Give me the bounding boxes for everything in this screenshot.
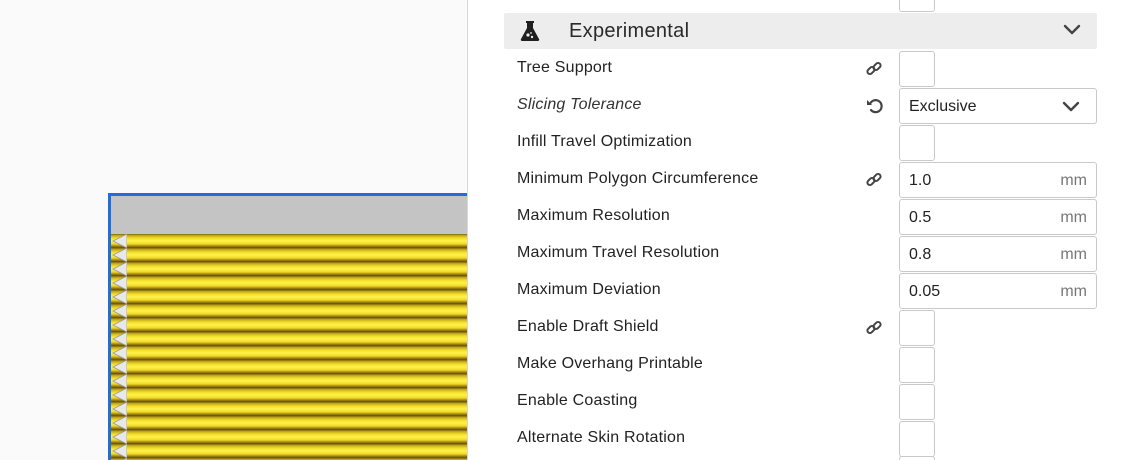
setting-row: Make Overhang Printable <box>504 346 1097 383</box>
setting-row: Enable Coasting <box>504 383 1097 420</box>
field-value: 0.05 <box>909 283 941 300</box>
dropdown-value: Exclusive <box>909 98 977 115</box>
field-unit: mm <box>1060 283 1087 300</box>
setting-row: Maximum Travel Resolution 0.8 mm <box>504 235 1097 272</box>
model-layers <box>111 234 468 460</box>
setting-row: Maximum Resolution 0.5 mm <box>504 198 1097 235</box>
setting-label: Enable Coasting <box>517 392 638 409</box>
setting-row: Infill Travel Optimization <box>504 124 1097 161</box>
setting-row: Tree Support <box>504 50 1097 87</box>
setting-label: Maximum Resolution <box>517 207 670 224</box>
setting-row: Alternate Skin Rotation <box>504 420 1097 457</box>
setting-row: Enable Draft Shield <box>504 309 1097 346</box>
previous-setting-checkbox[interactable] <box>899 0 935 12</box>
setting-text-field[interactable]: 0.5 mm <box>899 199 1097 235</box>
section-title: Experimental <box>569 20 690 42</box>
setting-label: Alternate Skin Rotation <box>517 429 686 446</box>
setting-label: Minimum Polygon Circumference <box>517 170 759 187</box>
link-icon[interactable] <box>865 319 883 337</box>
model-layer-edges <box>112 234 127 460</box>
chevron-down-icon <box>1062 100 1080 114</box>
setting-text-field[interactable]: 0.05 mm <box>899 273 1097 309</box>
setting-text-field[interactable]: 0.8 mm <box>899 236 1097 272</box>
setting-label: Make Overhang Printable <box>517 355 704 372</box>
setting-checkbox[interactable] <box>899 384 935 420</box>
setting-text-field[interactable]: 1.0 mm <box>899 162 1097 198</box>
setting-checkbox[interactable] <box>899 51 935 87</box>
chevron-down-icon[interactable] <box>1063 23 1081 37</box>
setting-row: Slicing Tolerance Exclusive <box>504 87 1097 124</box>
reset-icon[interactable] <box>865 96 885 116</box>
viewport-3d[interactable] <box>0 0 468 460</box>
field-value: 0.5 <box>909 209 932 226</box>
selected-model[interactable] <box>108 193 468 460</box>
setting-label: Enable Draft Shield <box>517 318 659 335</box>
field-unit: mm <box>1060 172 1087 189</box>
field-value: 0.8 <box>909 246 932 263</box>
setting-checkbox[interactable] <box>899 310 935 346</box>
link-icon[interactable] <box>865 171 883 189</box>
field-value: 1.0 <box>909 172 932 189</box>
link-icon[interactable] <box>865 0 883 6</box>
setting-checkbox[interactable] <box>899 421 935 457</box>
setting-label: Infill Travel Optimization <box>517 133 693 150</box>
setting-label: Maximum Deviation <box>517 281 661 298</box>
setting-checkbox[interactable] <box>899 125 935 161</box>
model-top-surface <box>111 196 468 234</box>
section-experimental-header[interactable]: Experimental <box>504 13 1097 49</box>
setting-label: Maximum Travel Resolution <box>517 244 720 261</box>
setting-label: Slicing Tolerance <box>517 96 642 113</box>
setting-dropdown[interactable]: Exclusive <box>899 88 1097 124</box>
setting-checkbox[interactable] <box>899 347 935 383</box>
setting-row: Minimum Polygon Circumference 1.0 mm <box>504 161 1097 198</box>
link-icon[interactable] <box>865 60 883 78</box>
flask-icon <box>520 21 540 41</box>
setting-row: Maximum Deviation 0.05 mm <box>504 272 1097 309</box>
next-setting-checkbox[interactable] <box>899 456 935 460</box>
settings-panel: Experimental Tree Support Slicing Toleran… <box>468 0 1122 460</box>
field-unit: mm <box>1060 246 1087 263</box>
setting-label: Tree Support <box>517 59 613 76</box>
field-unit: mm <box>1060 209 1087 226</box>
